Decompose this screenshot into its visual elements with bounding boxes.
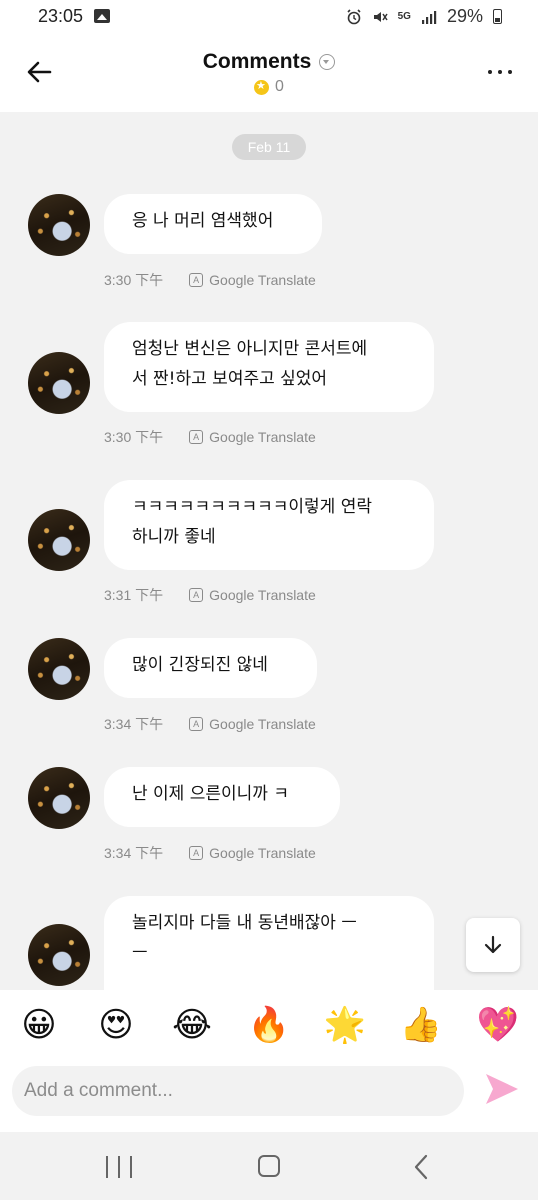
emoji-sparkling-heart-button[interactable]: 💖 bbox=[475, 1002, 521, 1048]
recents-icon[interactable] bbox=[106, 1156, 132, 1178]
message-bubble[interactable]: 엄청난 변신은 아니지만 콘서트에 서 짠!하고 보여주고 싶었어 bbox=[104, 322, 434, 412]
status-time: 23:05 bbox=[38, 6, 84, 26]
coin-icon bbox=[254, 79, 270, 95]
message-bubble[interactable]: ㅋㅋㅋㅋㅋㅋㅋㅋㅋㅋ이렇게 연락 하니까 좋네 bbox=[104, 480, 434, 570]
avatar[interactable] bbox=[28, 924, 90, 986]
message-bubble[interactable]: 많이 긴장되진 않네 bbox=[104, 638, 317, 698]
message-time: 3:34 下午 bbox=[104, 845, 164, 861]
message-time: 3:34 下午 bbox=[104, 716, 164, 732]
avatar[interactable] bbox=[28, 352, 90, 414]
emoji-joy-button[interactable]: 😂 bbox=[169, 1002, 215, 1048]
emoji-fire-button[interactable]: 🔥 bbox=[246, 1002, 292, 1048]
header-title-block[interactable]: Comments 0 bbox=[0, 50, 538, 99]
send-icon[interactable] bbox=[480, 1066, 524, 1112]
signal-icon bbox=[421, 10, 437, 24]
google-translate-link[interactable]: Google Translate bbox=[209, 272, 316, 288]
message-meta: 3:30 下午 A Google Translate bbox=[104, 270, 316, 290]
mute-icon bbox=[373, 11, 388, 22]
comment-input[interactable] bbox=[12, 1066, 464, 1116]
message-meta: 3:34 下午 A Google Translate bbox=[104, 843, 316, 863]
scroll-to-bottom-button[interactable] bbox=[466, 918, 520, 972]
alarm-icon bbox=[347, 8, 361, 24]
avatar[interactable] bbox=[28, 194, 90, 256]
avatar[interactable] bbox=[28, 638, 90, 700]
battery-label: 29% bbox=[446, 6, 483, 26]
chevron-down-icon[interactable] bbox=[319, 54, 336, 70]
message-meta: 3:30 下午 A Google Translate bbox=[104, 427, 316, 447]
system-nav-bar bbox=[0, 1132, 538, 1200]
message-meta: 3:34 下午 A Google Translate bbox=[104, 714, 316, 734]
emoji-thumbs-up-button[interactable]: 👍 bbox=[398, 1002, 444, 1048]
gallery-icon bbox=[94, 9, 110, 23]
avatar[interactable] bbox=[28, 509, 90, 571]
status-bar: 23:05 5G 29% bbox=[0, 0, 538, 34]
emoji-heart-eyes-button[interactable]: 😍 bbox=[93, 1002, 139, 1048]
home-icon[interactable] bbox=[258, 1155, 280, 1177]
message-time: 3:30 下午 bbox=[104, 272, 164, 288]
emoji-grinning-button[interactable]: 😀 bbox=[16, 1002, 62, 1048]
google-translate-link[interactable]: Google Translate bbox=[209, 429, 316, 445]
avatar[interactable] bbox=[28, 767, 90, 829]
emoji-star-button[interactable]: 🌟 bbox=[322, 1002, 368, 1048]
message-bubble[interactable]: 응 나 머리 염색했어 bbox=[104, 194, 322, 254]
translate-icon[interactable]: A bbox=[189, 273, 204, 287]
translate-icon[interactable]: A bbox=[189, 588, 204, 602]
message-bubble[interactable]: 놀리지마 다들 내 동년배잖아 ㅡ ㅡ bbox=[104, 896, 434, 990]
translate-icon[interactable]: A bbox=[189, 717, 204, 731]
page-title: Comments bbox=[202, 50, 312, 73]
message-time: 3:31 下午 bbox=[104, 587, 164, 603]
message-bubble[interactable]: 난 이제 으른이니까 ㅋ bbox=[104, 767, 340, 827]
more-options-icon[interactable] bbox=[488, 70, 512, 74]
translate-icon[interactable]: A bbox=[189, 430, 204, 444]
battery-icon bbox=[493, 9, 502, 24]
status-icons: 5G 29% bbox=[346, 6, 502, 27]
translate-icon[interactable]: A bbox=[189, 846, 204, 860]
comment-composer: 😀 😍 😂 🔥 🌟 👍 💖 bbox=[0, 990, 538, 1132]
google-translate-link[interactable]: Google Translate bbox=[209, 716, 316, 732]
coin-count: 0 bbox=[275, 78, 284, 95]
arrow-down-icon bbox=[484, 935, 502, 954]
date-divider: Feb 11 bbox=[232, 134, 306, 160]
message-time: 3:30 下午 bbox=[104, 429, 164, 445]
google-translate-link[interactable]: Google Translate bbox=[209, 587, 316, 603]
google-translate-link[interactable]: Google Translate bbox=[209, 845, 316, 861]
header: Comments 0 bbox=[0, 34, 538, 112]
message-meta: 3:31 下午 A Google Translate bbox=[104, 585, 316, 605]
nav-back-icon[interactable] bbox=[410, 1152, 432, 1182]
coin-counter: 0 bbox=[254, 78, 284, 96]
emoji-quick-bar: 😀 😍 😂 🔥 🌟 👍 💖 bbox=[0, 1002, 538, 1048]
network-label: 5G bbox=[397, 11, 411, 22]
